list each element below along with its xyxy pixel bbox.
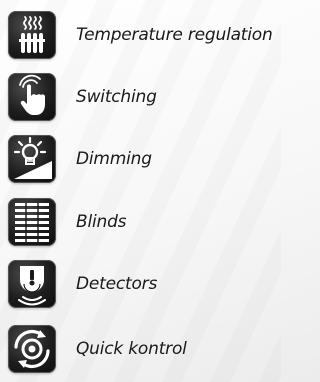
motion-detector-icon [8, 260, 56, 308]
feature-dimming[interactable]: Dimming [8, 135, 278, 183]
lightbulb-dimmer-icon [8, 135, 56, 183]
feature-label: Detectors [76, 274, 158, 294]
feature-label: Quick kontrol [76, 339, 187, 359]
feature-blinds[interactable]: Blinds [8, 198, 278, 246]
hand-switch-icon [8, 73, 56, 121]
feature-detectors[interactable]: Detectors [8, 260, 278, 308]
feature-temperature-regulation[interactable]: Temperature regulation [8, 11, 278, 59]
feature-label: Switching [76, 87, 157, 107]
feature-label: Temperature regulation [76, 25, 273, 45]
heater-icon [8, 11, 56, 59]
feature-quick-kontrol[interactable]: Quick kontrol [8, 325, 278, 373]
window-blinds-icon [8, 198, 56, 246]
quick-control-icon [8, 325, 56, 373]
feature-label: Blinds [76, 212, 127, 232]
feature-label: Dimming [76, 149, 152, 169]
feature-switching[interactable]: Switching [8, 73, 278, 121]
